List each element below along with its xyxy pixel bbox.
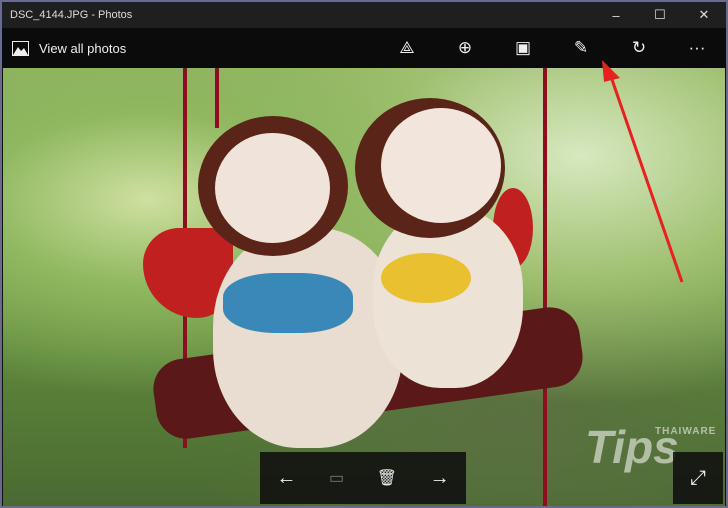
doll-face [381,108,501,223]
doll-cloth [381,253,471,303]
watermark: Tips THAIWARE [585,421,717,473]
delete-button[interactable]: 🗑 [377,468,397,488]
minimize-button[interactable]: – [594,2,638,28]
fullscreen-button[interactable]: ⤢ [673,452,723,504]
doll-face [215,133,330,243]
window-title: DSC_4144.JPG - Photos [10,9,133,21]
view-all-photos-button[interactable]: View all photos [2,40,127,56]
title-bar: DSC_4144.JPG - Photos – ☐ ✕ [2,2,726,28]
view-all-photos-label: View all photos [39,40,127,56]
annotation-arrow [602,60,684,283]
zoom-button[interactable]: ⊕ [436,28,494,68]
rope [215,68,219,128]
rope [543,68,547,506]
share-button[interactable]: ⟁ [378,28,436,68]
bottom-bar: ← ▭ 🗑 → [260,452,466,504]
maximize-button[interactable]: ☐ [638,2,682,28]
photo-icon [12,40,29,56]
previous-button[interactable]: ← [276,467,296,490]
close-button[interactable]: ✕ [682,2,726,28]
doll-body [213,228,403,448]
doll-cloth [223,273,353,333]
next-button[interactable]: → [430,467,450,490]
slideshow-button[interactable]: ▣ [494,28,552,68]
lens-button[interactable]: ▭ [329,468,344,488]
